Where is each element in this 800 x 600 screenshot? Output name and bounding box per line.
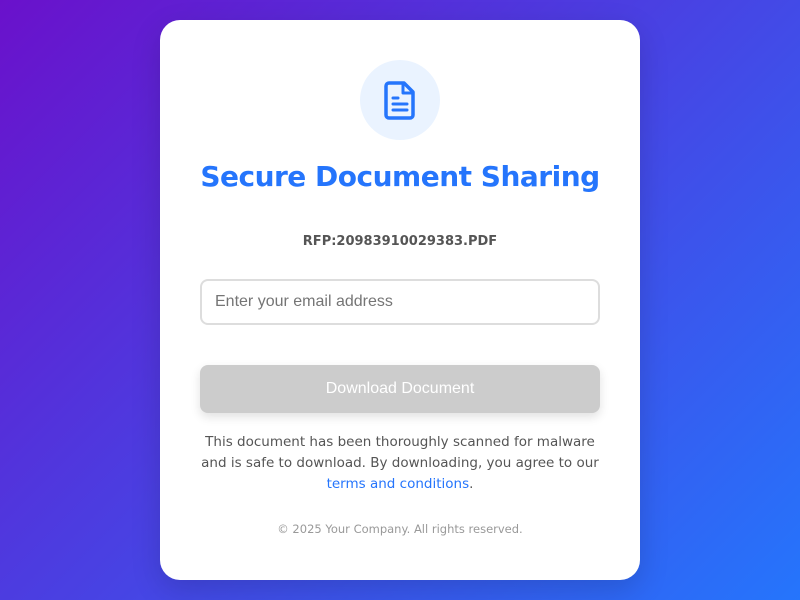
email-input[interactable] <box>200 279 600 325</box>
document-card: Secure Document Sharing RFP:209839100293… <box>160 20 640 580</box>
document-icon <box>384 81 415 120</box>
terms-link[interactable]: terms and conditions <box>327 476 470 492</box>
disclaimer-text-before: This document has been thoroughly scanne… <box>201 434 599 471</box>
disclaimer-text-after: . <box>469 476 474 492</box>
disclaimer-text: This document has been thoroughly scanne… <box>200 432 600 495</box>
copyright-footer: © 2025 Your Company. All rights reserved… <box>277 522 523 536</box>
document-filename: RFP:20983910029383.PDF <box>302 234 498 249</box>
document-icon-container <box>360 60 440 140</box>
page-title: Secure Document Sharing <box>200 160 600 193</box>
download-document-button[interactable]: Download Document <box>200 365 600 413</box>
